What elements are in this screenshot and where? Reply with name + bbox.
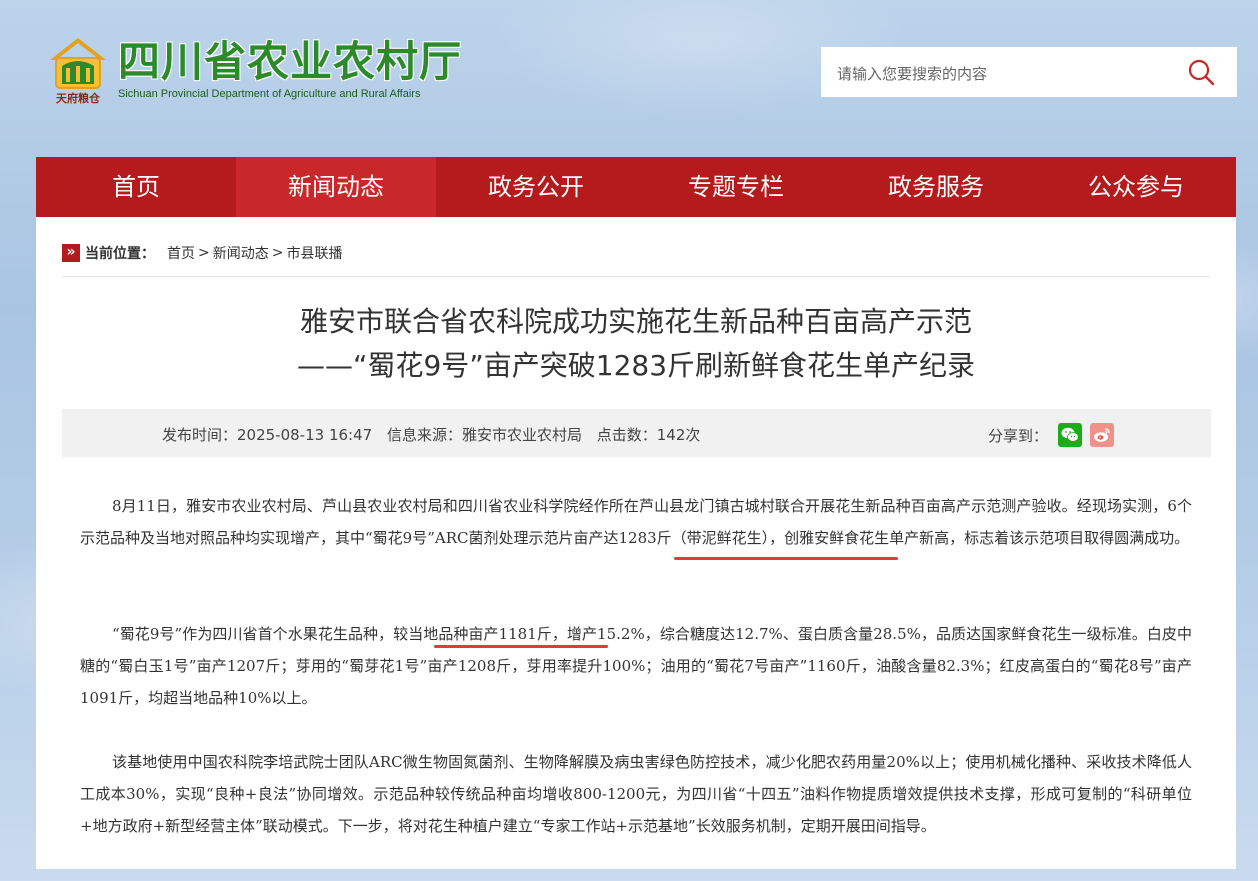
wechat-share-button[interactable] [1058,423,1083,447]
breadcrumb: » 当前位置： 首页 > 新闻动态 > 市县联播 [62,243,342,263]
breadcrumb-separator: > [271,245,284,261]
nav-item-home[interactable]: 首页 [36,157,236,217]
highlight-underline [674,557,898,560]
content-panel: » 当前位置： 首页 > 新闻动态 > 市县联播 雅安市联合省农科院成功实施花生… [36,217,1236,869]
tianfu-emblem-icon: 天府粮仓 [50,38,106,105]
breadcrumb-separator: > [198,245,210,261]
nav-item-gov-services[interactable]: 政务服务 [836,157,1036,217]
nav-item-gov-affairs[interactable]: 政务公开 [436,157,636,217]
weibo-icon [1094,428,1110,442]
highlight-underline [434,645,608,648]
main-nav: 首页 新闻动态 政务公开 专题专栏 政务服务 公众参与 [36,157,1236,217]
site-logo[interactable]: 天府粮仓 四川省农业农村厅 Sichuan Provincial Departm… [48,36,461,108]
article-paragraph-1: 8月11日，雅安市农业农村局、芦山县农业农村局和四川省农业科学院经作所在芦山县龙… [80,497,1192,547]
breadcrumb-label: 当前位置： [85,246,155,262]
article-subtitle: ——“蜀花9号”亩产突破1283斤刷新鲜食花生单产纪录 [296,349,976,382]
logo-subtitle: Sichuan Provincial Department of Agricul… [118,88,421,100]
share-label: 分享到： [988,426,1049,445]
search-box[interactable]: 请输入您要搜索的内容 [821,47,1237,97]
breadcrumb-city-county-link[interactable]: 市县联播 [286,243,342,263]
click-count: 点击数：142次 [596,426,701,444]
nav-item-news[interactable]: 新闻动态 [236,157,436,217]
breadcrumb-news-link[interactable]: 新闻动态 [213,243,269,263]
wechat-icon [1061,427,1079,442]
article-meta-info: 发布时间：2025-08-13 16:47 信息来源：雅安市农业农村局 点击数：… [162,424,710,445]
weibo-share-button[interactable] [1090,423,1115,447]
svg-text:天府粮仓: 天府粮仓 [56,91,101,105]
divider [62,276,1210,277]
share-bar: 分享到： [988,423,1122,447]
logo-title: 四川省农业农村厅 [118,37,463,86]
article-paragraph-3: 该基地使用中国农科院李培武院士团队ARC微生物固氮菌剂、生物降解膜及病虫害绿色防… [80,753,1192,835]
double-chevron-icon: » [62,244,80,262]
info-source: 信息来源：雅安市农业农村局 [386,426,582,444]
nav-item-public-participation[interactable]: 公众参与 [1036,157,1236,217]
article-title: 雅安市联合省农科院成功实施花生新品种百亩高产示范 [299,305,972,338]
search-icon[interactable] [1187,58,1215,86]
breadcrumb-home-link[interactable]: 首页 [167,243,195,263]
search-input[interactable]: 请输入您要搜索的内容 [837,63,987,84]
publish-time: 发布时间：2025-08-13 16:47 [162,426,373,444]
article-paragraph-2: “蜀花9号”作为四川省首个水果花生品种，较当地品种亩产1181斤，增产15.2%… [80,625,1192,707]
article-meta-bar: 发布时间：2025-08-13 16:47 信息来源：雅安市农业农村局 点击数：… [62,409,1211,457]
nav-item-special-topics[interactable]: 专题专栏 [636,157,836,217]
